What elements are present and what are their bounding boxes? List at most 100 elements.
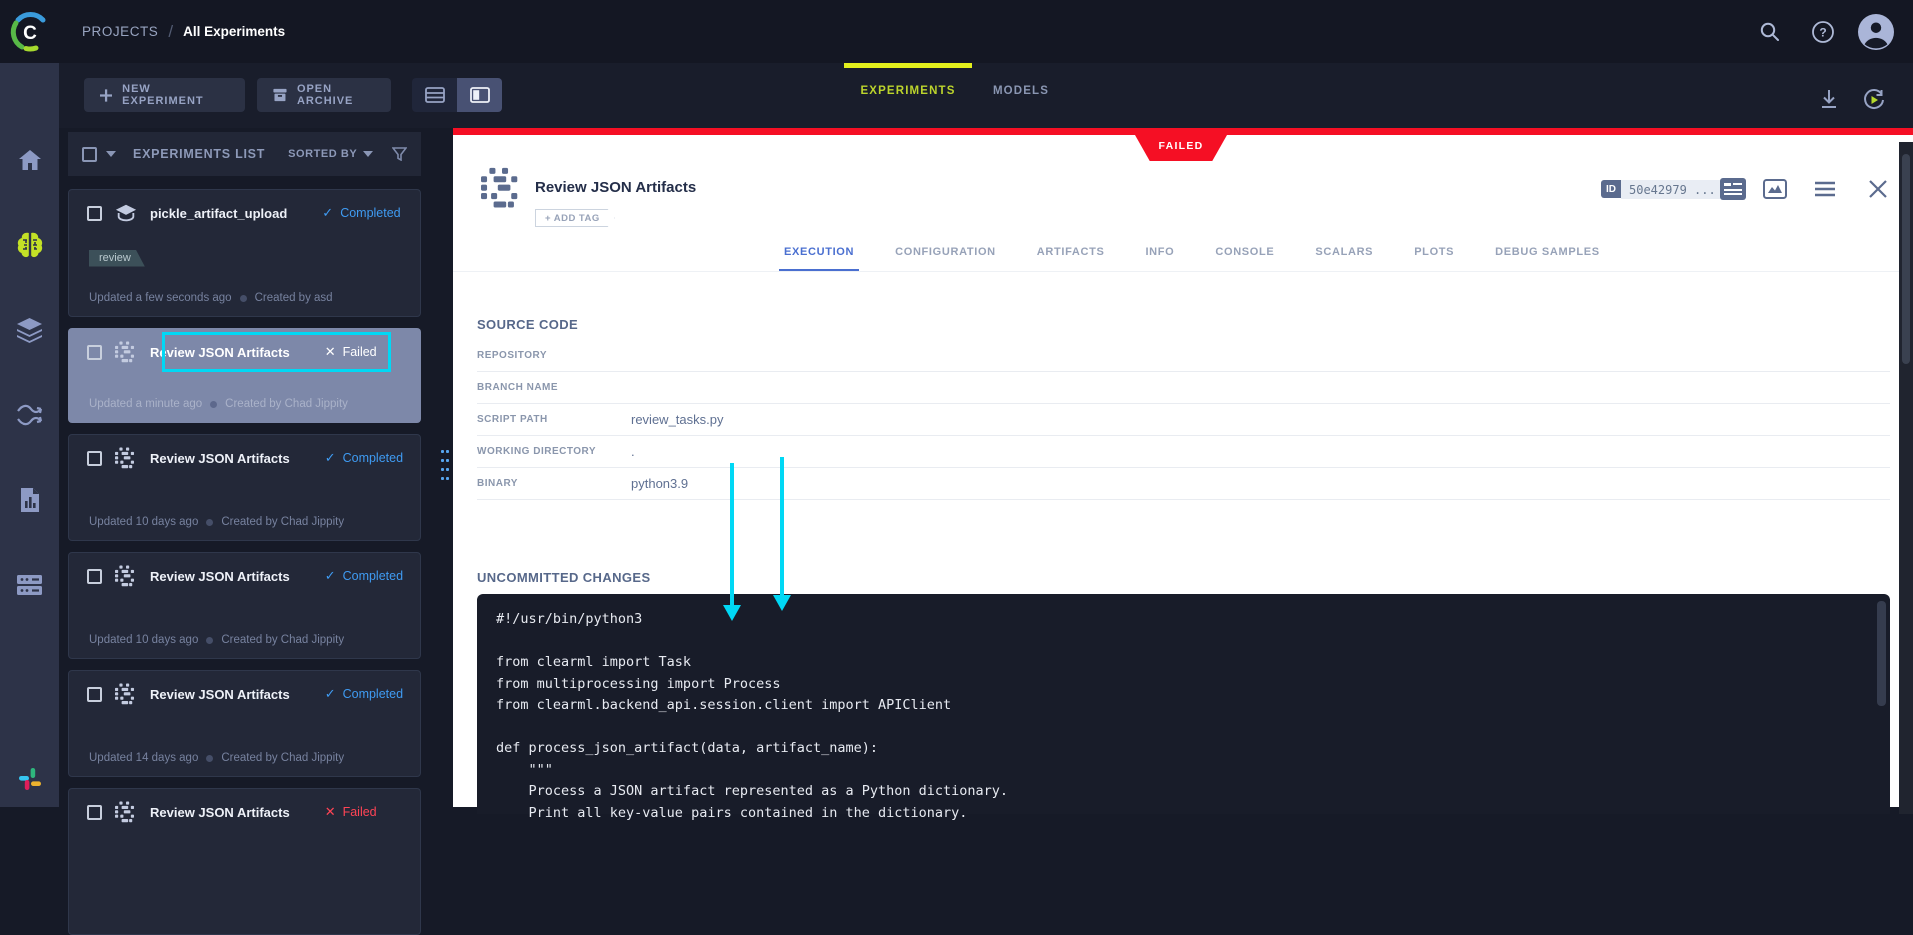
add-tag-button[interactable]: + ADD TAG — [535, 209, 615, 227]
reports-icon[interactable] — [0, 483, 59, 517]
breadcrumb-current: All Experiments — [183, 24, 286, 39]
status-badge: ✓ Completed — [324, 568, 404, 583]
field-row: BRANCH NAME — [477, 372, 1890, 404]
experiment-card[interactable]: pickle_artifact_upload ✓ Completed revie… — [68, 189, 421, 317]
plus-icon — [100, 88, 113, 102]
select-all-checkbox[interactable] — [82, 146, 97, 162]
experiment-card[interactable]: Review JSON Artifacts ✓ Completed Update… — [68, 552, 421, 659]
field-row: REPOSITORY — [477, 340, 1890, 372]
experiments-list-title: EXPERIMENTS LIST — [133, 147, 266, 161]
detail-view-toggle[interactable] — [457, 78, 502, 112]
tab-experiments[interactable]: EXPERIMENTS — [860, 85, 955, 97]
experiment-detail-panel: Review JSON Artifacts + ADD TAG ID 50e42… — [453, 128, 1913, 821]
detail-scrollbar[interactable] — [1899, 142, 1913, 814]
experiment-dots-icon — [115, 341, 135, 363]
tab-artifacts[interactable]: ARTIFACTS — [1032, 246, 1110, 271]
experiment-title: Review JSON Artifacts — [150, 450, 290, 466]
field-label: SCRIPT PATH — [477, 414, 548, 425]
tab-scalars[interactable]: SCALARS — [1310, 246, 1378, 271]
close-icon[interactable] — [1865, 177, 1891, 201]
archive-icon — [273, 88, 287, 102]
meta-separator-dot — [210, 400, 218, 408]
experiment-checkbox[interactable] — [87, 686, 102, 702]
tag-review[interactable]: review — [89, 250, 145, 267]
tab-info[interactable]: INFO — [1140, 246, 1179, 271]
experiment-dots-icon — [481, 167, 518, 208]
experiment-meta: Updated 10 days ago Created by Chad Jipp… — [87, 516, 402, 528]
auto-refresh-icon[interactable] — [1862, 88, 1886, 112]
clearml-logo[interactable]: C — [0, 0, 59, 63]
created-text: Created by Chad Jippity — [221, 752, 345, 764]
experiment-checkbox[interactable] — [87, 344, 102, 360]
experiment-meta: Updated a minute ago Created by Chad Jip… — [87, 398, 402, 410]
open-archive-button[interactable]: OPEN ARCHIVE — [257, 78, 391, 112]
help-icon[interactable]: ? — [1805, 14, 1841, 50]
experiment-title: Review JSON Artifacts — [150, 686, 290, 702]
source-code-section-title: SOURCE CODE — [477, 317, 579, 332]
datasets-layers-icon[interactable] — [0, 313, 59, 347]
download-icon[interactable] — [1818, 88, 1842, 112]
experiments-tab-indicator — [844, 63, 972, 68]
experiment-card[interactable]: Review JSON Artifacts ✓ Completed Update… — [68, 434, 421, 541]
table-view-toggle[interactable] — [412, 78, 457, 112]
updated-text: Updated a minute ago — [89, 398, 203, 410]
preview-image-icon[interactable] — [1762, 177, 1788, 201]
svg-text:?: ? — [1819, 25, 1826, 39]
field-row: BINARY python3.9 — [477, 468, 1890, 500]
annotation-arrow — [773, 457, 791, 611]
experiment-checkbox[interactable] — [87, 205, 102, 221]
check-icon: ✓ — [324, 450, 336, 465]
check-icon: ✓ — [324, 686, 336, 701]
home-icon[interactable] — [0, 143, 59, 177]
search-icon[interactable] — [1752, 14, 1788, 50]
slack-icon[interactable] — [0, 762, 59, 796]
status-badge: ✓ Completed — [322, 205, 401, 220]
experiment-card[interactable]: Review JSON Artifacts ✓ Completed Update… — [68, 670, 421, 777]
new-experiment-button[interactable]: NEW EXPERIMENT — [84, 78, 245, 112]
tab-plots[interactable]: PLOTS — [1409, 246, 1459, 271]
experiment-card-selected[interactable]: Review JSON Artifacts ✕ Failed Updated a… — [68, 328, 421, 423]
failed-ribbon: FAILED — [1135, 135, 1227, 161]
user-avatar[interactable] — [1858, 13, 1894, 50]
workers-queues-icon[interactable] — [0, 568, 59, 602]
id-value[interactable]: 50e42979 ... — [1621, 179, 1724, 199]
check-icon: ✓ — [324, 568, 336, 583]
details-view-icon[interactable] — [1720, 177, 1746, 201]
updated-text: Updated 10 days ago — [89, 634, 199, 646]
code-scrollbar-thumb[interactable] — [1877, 601, 1886, 706]
field-row: WORKING DIRECTORY . — [477, 436, 1890, 468]
experiments-list-panel: EXPERIMENTS LIST SORTED BY pickle_artifa… — [59, 128, 453, 935]
select-dropdown-caret[interactable] — [106, 151, 116, 157]
experiment-checkbox[interactable] — [87, 450, 102, 466]
split-view-icon — [469, 87, 490, 103]
breadcrumb: PROJECTS / All Experiments — [82, 0, 285, 63]
tab-configuration[interactable]: CONFIGURATION — [890, 246, 1001, 271]
menu-hamburger-icon[interactable] — [1812, 177, 1838, 201]
tab-debug-samples[interactable]: DEBUG SAMPLES — [1490, 246, 1605, 271]
meta-separator-dot — [206, 636, 214, 644]
sorted-by-caret — [363, 151, 374, 157]
pipelines-icon[interactable] — [0, 398, 59, 432]
uncommitted-changes-code-block[interactable]: #!/usr/bin/python3 from clearml import T… — [477, 594, 1890, 821]
field-label: REPOSITORY — [477, 350, 548, 361]
id-badge: ID — [1601, 180, 1621, 198]
breadcrumb-separator: / — [168, 21, 174, 41]
created-text: Created by asd — [254, 292, 333, 304]
experiment-card[interactable]: Review JSON Artifacts ✕ Failed — [68, 788, 421, 935]
view-toggle-group — [412, 78, 502, 112]
model-artifact-icon — [115, 204, 137, 222]
experiments-brain-icon[interactable] — [0, 228, 59, 262]
tab-execution[interactable]: EXECUTION — [779, 246, 860, 271]
panel-resize-handle[interactable] — [440, 447, 450, 485]
sorted-by-control[interactable]: SORTED BY — [288, 148, 374, 160]
tab-console[interactable]: CONSOLE — [1210, 246, 1279, 271]
updated-text: Updated a few seconds ago — [89, 292, 232, 304]
detail-scrollbar-thumb[interactable] — [1902, 154, 1910, 364]
experiment-dots-icon — [115, 801, 135, 823]
experiment-checkbox[interactable] — [87, 568, 102, 584]
created-text: Created by Chad Jippity — [221, 516, 345, 528]
breadcrumb-projects[interactable]: PROJECTS — [82, 24, 158, 39]
experiment-id: ID 50e42979 ... — [1601, 179, 1724, 199]
filter-funnel-icon[interactable] — [392, 147, 407, 161]
tab-models[interactable]: MODELS — [993, 85, 1049, 97]
